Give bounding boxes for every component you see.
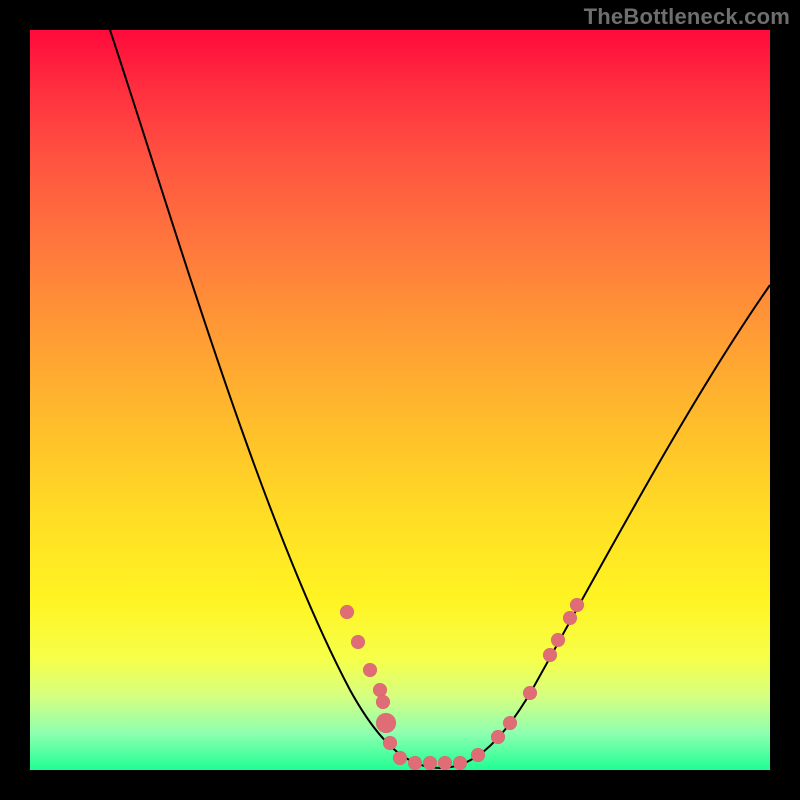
chart-frame: TheBottleneck.com — [0, 0, 800, 800]
chart-marker — [491, 730, 505, 744]
chart-svg — [30, 30, 770, 770]
chart-marker — [383, 736, 397, 750]
chart-marker — [373, 683, 387, 697]
chart-marker — [523, 686, 537, 700]
chart-marker — [453, 756, 467, 770]
chart-marker — [351, 635, 365, 649]
chart-marker — [563, 611, 577, 625]
chart-markers — [340, 598, 584, 770]
chart-marker — [393, 751, 407, 765]
chart-marker — [438, 756, 452, 770]
chart-marker — [543, 648, 557, 662]
chart-marker — [408, 756, 422, 770]
chart-marker — [551, 633, 565, 647]
chart-marker — [376, 695, 390, 709]
chart-marker — [423, 756, 437, 770]
chart-marker — [471, 748, 485, 762]
chart-marker — [503, 716, 517, 730]
chart-marker — [376, 713, 396, 733]
chart-plot-area — [30, 30, 770, 770]
watermark-text: TheBottleneck.com — [584, 4, 790, 30]
chart-marker — [363, 663, 377, 677]
chart-marker — [570, 598, 584, 612]
chart-curve — [110, 30, 770, 768]
chart-marker — [340, 605, 354, 619]
